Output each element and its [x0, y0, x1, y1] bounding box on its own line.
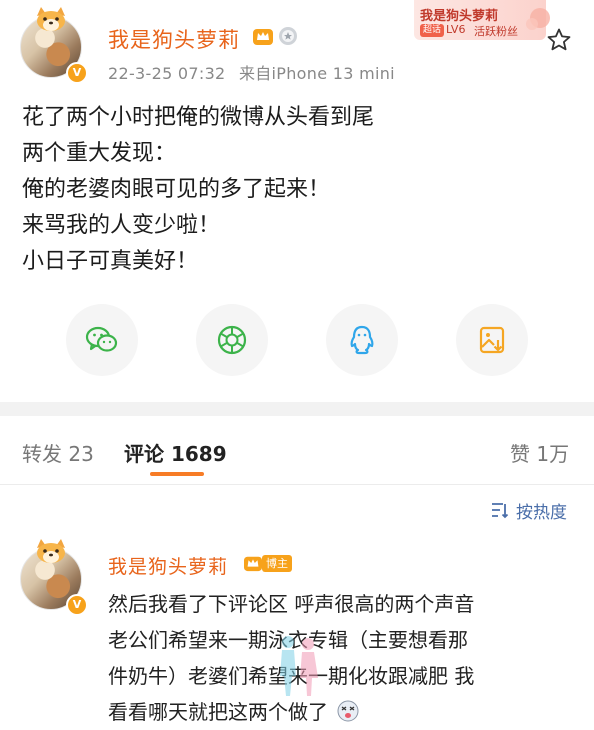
share-moments-button[interactable]	[196, 304, 268, 376]
comment-line: 件奶牛）老婆们希望来一期化妆跟减肥 我	[108, 664, 475, 688]
shiba-ornament-icon	[37, 539, 65, 563]
comment-line: 然后我看了下评论区 呼声很高的两个声音	[108, 592, 475, 616]
member-crown-icon	[253, 29, 273, 45]
fan-badge-label: 活跃粉丝	[474, 25, 518, 38]
sort-by-hot-button[interactable]: 按热度	[516, 498, 567, 523]
verified-badge-icon: V	[66, 594, 88, 616]
fan-badge-name: 我是狗头萝莉	[420, 9, 499, 24]
fan-badge-tag: 超话	[420, 24, 445, 37]
dizzy-face-emoji-icon	[337, 700, 359, 722]
favorite-star-icon[interactable]	[546, 27, 572, 53]
comment-text: 然后我看了下评论区 呼声很高的两个声音 老公们希望来一期泳衣专辑（主要想看那 件…	[108, 586, 578, 730]
post-source: 来自iPhone 13 mini	[238, 64, 395, 83]
post-content: 花了两个小时把俺的微博从头看到尾 两个重大发现： 俺的老婆肉眼可见的多了起来！ …	[22, 100, 374, 280]
share-qq-button[interactable]	[326, 304, 398, 376]
comment-line: 老公们希望来一期泳衣专辑（主要想看那	[108, 622, 578, 658]
sort-icon[interactable]	[490, 500, 510, 520]
author-avatar[interactable]: V	[20, 7, 88, 84]
comment-line: 看看哪天就把这两个做了	[108, 700, 328, 724]
save-image-icon	[479, 326, 505, 354]
comment-author-avatar[interactable]: V	[20, 539, 88, 616]
post-line: 两个重大发现：	[22, 141, 177, 166]
qq-icon	[350, 325, 374, 355]
post-meta: 22-3-25 07:32 来自iPhone 13 mini	[108, 60, 395, 84]
comment-author-name[interactable]: 我是狗头萝莉	[108, 552, 228, 579]
couple-watermark-icon	[280, 636, 318, 696]
post-line: 花了两个小时把俺的微博从头看到尾	[22, 105, 375, 130]
author-name[interactable]: 我是狗头萝莉	[108, 24, 240, 54]
tab-likes[interactable]: 赞 1万	[510, 438, 569, 467]
tab-repost[interactable]: 转发 23	[22, 438, 94, 467]
member-crown-icon	[244, 556, 262, 572]
post-line: 小日子可真美好！	[22, 249, 199, 274]
save-image-button[interactable]	[456, 304, 528, 376]
share-wechat-button[interactable]	[66, 304, 138, 376]
comment-line-wrap: 看看哪天就把这两个做了	[108, 694, 578, 730]
moments-icon	[217, 325, 247, 355]
author-tag-badge: 博主	[262, 555, 292, 572]
post-time: 22-3-25 07:32	[108, 64, 226, 83]
post-line: 俺的老婆肉眼可见的多了起来！	[22, 177, 331, 202]
tabs-divider	[0, 484, 594, 485]
active-tab-indicator	[150, 472, 204, 476]
section-divider	[0, 402, 594, 416]
post-line: 来骂我的人变少啦！	[22, 213, 221, 238]
medal-icon	[279, 27, 297, 45]
verified-badge-icon: V	[66, 62, 88, 84]
tab-comments[interactable]: 评论 1689	[124, 438, 227, 467]
wechat-icon	[85, 326, 118, 352]
shiba-ornament-icon	[37, 7, 65, 31]
fan-badge-level: LV6	[446, 23, 466, 36]
